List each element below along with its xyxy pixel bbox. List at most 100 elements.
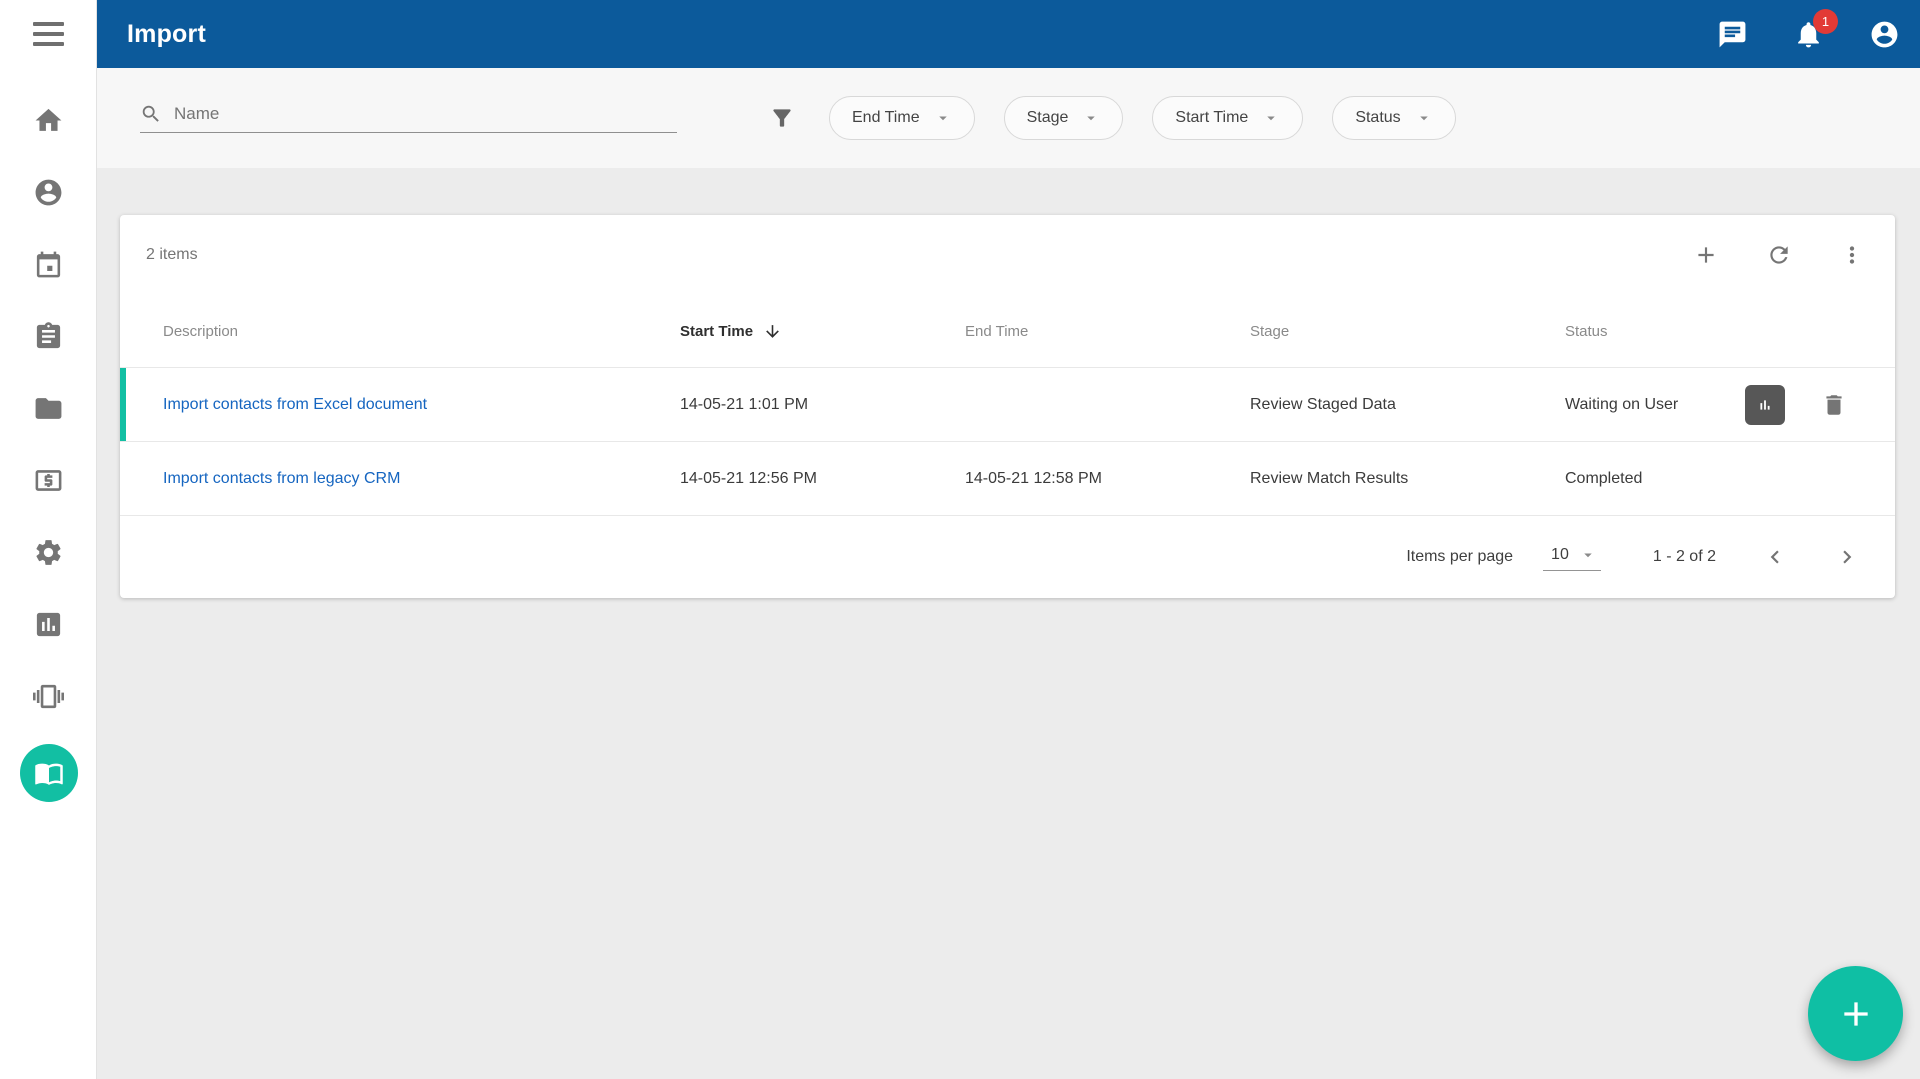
settings-gear-icon — [33, 537, 64, 568]
chip-label: Start Time — [1175, 109, 1248, 127]
chevron-right-icon — [1834, 544, 1860, 570]
search-icon — [140, 103, 162, 125]
cell-status: Waiting on User — [1565, 396, 1745, 414]
sidebar — [0, 0, 97, 1079]
previous-page-button[interactable] — [1762, 544, 1788, 570]
menu-icon[interactable] — [0, 14, 97, 54]
cell-status: Completed — [1565, 470, 1745, 488]
chart-icon — [1754, 394, 1776, 416]
chevron-down-icon — [1579, 546, 1597, 564]
chevron-down-icon — [1082, 109, 1100, 127]
import-link[interactable]: Import contacts from legacy CRM — [163, 470, 400, 487]
chat-icon — [1717, 19, 1748, 50]
top-app-bar: Import 1 — [97, 0, 1920, 68]
refresh-icon — [1766, 242, 1792, 268]
home-icon — [33, 105, 64, 136]
open-book-icon — [34, 758, 64, 788]
notifications-button[interactable]: 1 — [1793, 19, 1824, 50]
chevron-down-icon — [1262, 109, 1280, 127]
sort-descending-arrow-icon — [763, 322, 782, 341]
filter-chips: End Time Stage Start Time Status — [829, 96, 1456, 140]
add-icon — [1693, 242, 1719, 268]
add-button[interactable] — [1693, 242, 1719, 268]
table-header-row: Description Start Time End Time Stage St… — [120, 295, 1895, 368]
delete-button[interactable] — [1821, 392, 1847, 418]
sidebar-item-contacts[interactable] — [0, 168, 97, 216]
search-box — [140, 103, 677, 133]
chevron-down-icon — [934, 109, 952, 127]
cell-description: Import contacts from Excel document — [163, 396, 680, 414]
sidebar-item-calendar[interactable] — [0, 240, 97, 288]
view-chart-button[interactable] — [1745, 385, 1785, 425]
cell-stage: Review Staged Data — [1250, 396, 1565, 414]
sidebar-item-settings[interactable] — [0, 528, 97, 576]
sidebar-nav — [0, 96, 97, 816]
toolbar-icons — [1693, 242, 1865, 268]
sidebar-item-import[interactable] — [0, 744, 97, 802]
filter-chip-stage[interactable]: Stage — [1004, 96, 1124, 140]
topbar-actions: 1 — [1717, 19, 1920, 50]
account-circle-icon — [1869, 19, 1900, 50]
cell-start-time: 14-05-21 1:01 PM — [680, 396, 965, 414]
sidebar-item-tasks[interactable] — [0, 312, 97, 360]
sidebar-item-billing[interactable] — [0, 456, 97, 504]
column-header-start-time[interactable]: Start Time — [680, 322, 965, 341]
chip-label: Status — [1355, 109, 1400, 127]
cell-end-time: 14-05-21 12:58 PM — [965, 470, 1250, 488]
import-link[interactable]: Import contacts from Excel document — [163, 396, 427, 413]
chat-button[interactable] — [1717, 19, 1748, 50]
bar-chart-icon — [33, 609, 64, 640]
next-page-button[interactable] — [1834, 544, 1860, 570]
column-header-status[interactable]: Status — [1565, 323, 1745, 340]
page-size-select[interactable]: 10 — [1543, 544, 1601, 571]
items-count: 2 items — [146, 246, 198, 264]
table-row: Import contacts from legacy CRM 14-05-21… — [120, 442, 1895, 516]
page-size-value: 10 — [1551, 546, 1569, 564]
sidebar-item-home[interactable] — [0, 96, 97, 144]
search-input[interactable] — [174, 104, 677, 124]
folder-icon — [33, 393, 64, 424]
chip-label: Stage — [1027, 109, 1069, 127]
sidebar-item-files[interactable] — [0, 384, 97, 432]
import-list-card: 2 items Description Start Time End Time — [120, 215, 1895, 598]
vibration-icon — [33, 681, 64, 712]
column-header-end-time[interactable]: End Time — [965, 323, 1250, 340]
more-options-button[interactable] — [1839, 242, 1865, 268]
refresh-button[interactable] — [1766, 242, 1792, 268]
create-import-fab[interactable] — [1808, 966, 1903, 1061]
calendar-icon — [33, 249, 64, 280]
pagination-bar: Items per page 10 1 - 2 of 2 — [120, 516, 1895, 598]
row-actions — [1745, 385, 1895, 425]
cell-description: Import contacts from legacy CRM — [163, 470, 680, 488]
delete-icon — [1821, 392, 1847, 418]
pagination-range: 1 - 2 of 2 — [1653, 548, 1716, 566]
app-window: Import 1 End Time — [0, 0, 1920, 1079]
chevron-left-icon — [1762, 544, 1788, 570]
cell-stage: Review Match Results — [1250, 470, 1565, 488]
row-accent-bar — [120, 368, 126, 441]
active-item-circle — [20, 744, 78, 802]
notification-badge: 1 — [1813, 9, 1838, 34]
sidebar-item-notifications[interactable] — [0, 672, 97, 720]
filter-chip-end-time[interactable]: End Time — [829, 96, 975, 140]
sidebar-item-reports[interactable] — [0, 600, 97, 648]
money-card-icon — [33, 465, 64, 496]
table-row: Import contacts from Excel document 14-0… — [120, 368, 1895, 442]
cell-start-time: 14-05-21 12:56 PM — [680, 470, 965, 488]
chevron-down-icon — [1415, 109, 1433, 127]
column-header-description[interactable]: Description — [163, 323, 680, 340]
funnel-icon — [769, 105, 795, 131]
filter-chip-start-time[interactable]: Start Time — [1152, 96, 1303, 140]
column-header-label: Start Time — [680, 323, 753, 340]
filter-button[interactable] — [769, 105, 795, 131]
clipboard-icon — [33, 321, 64, 352]
kebab-menu-icon — [1839, 242, 1865, 268]
account-button[interactable] — [1869, 19, 1900, 50]
items-per-page-label: Items per page — [1406, 548, 1513, 566]
column-header-stage[interactable]: Stage — [1250, 323, 1565, 340]
card-toolbar: 2 items — [120, 215, 1895, 295]
chip-label: End Time — [852, 109, 920, 127]
filter-bar: End Time Stage Start Time Status — [97, 68, 1920, 168]
filter-chip-status[interactable]: Status — [1332, 96, 1455, 140]
plus-icon — [1836, 994, 1876, 1034]
